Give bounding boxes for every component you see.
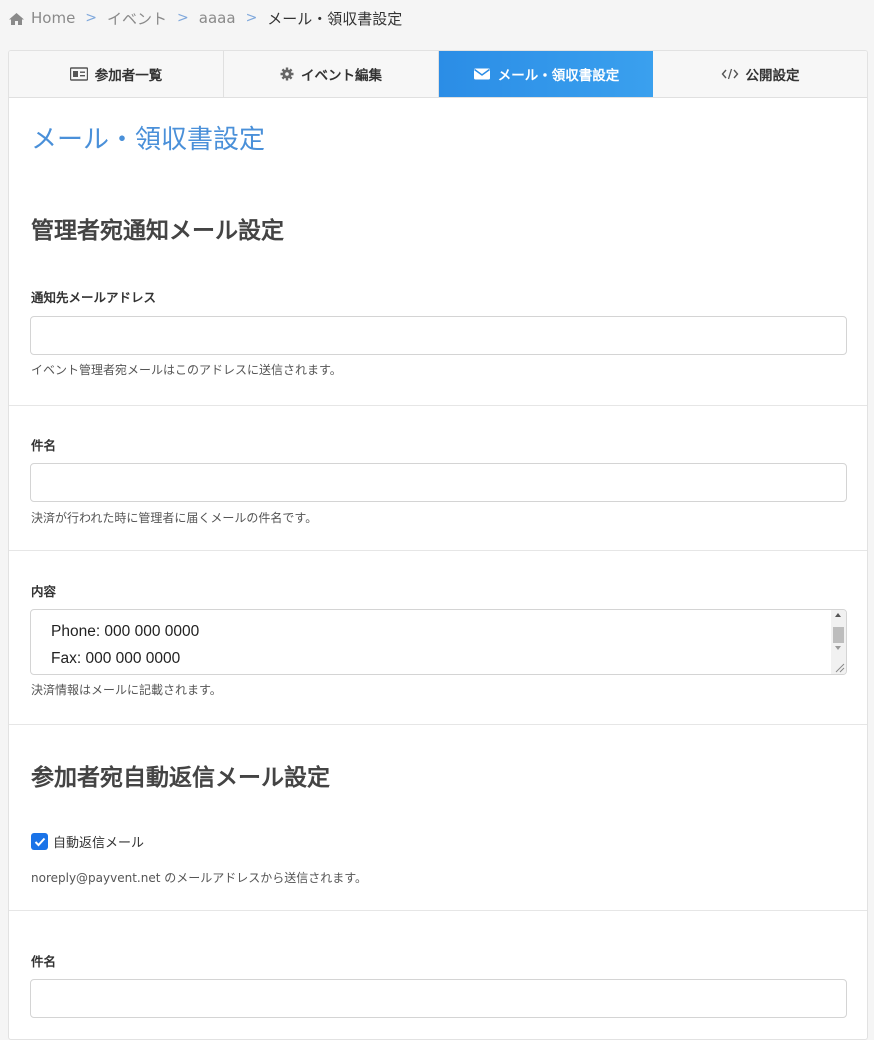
check-icon: [34, 837, 45, 846]
scroll-thumb[interactable]: [833, 627, 844, 643]
chevron-right-icon: >: [85, 10, 98, 26]
textarea-line: Fax: 000 000 0000: [51, 650, 181, 667]
tab-bar: 参加者一覧 イベント編集 メール・領収書設定 公開設定: [9, 51, 867, 98]
divider: [9, 910, 867, 911]
gear-icon: [280, 67, 294, 81]
resize-grip-icon[interactable]: [833, 661, 845, 673]
tab-label: メール・領収書設定: [497, 68, 620, 84]
breadcrumb: Home > イベント > aaaa > メール・領収書設定: [8, 0, 402, 36]
tab-participants[interactable]: 参加者一覧: [9, 51, 224, 97]
divider: [9, 724, 867, 725]
divider: [9, 405, 867, 406]
breadcrumb-home[interactable]: Home: [31, 9, 75, 27]
admin-body-textarea[interactable]: Phone: 000 000 0000 Fax: 000 000 0000: [30, 609, 847, 675]
page-title: メール・領収書設定: [31, 125, 266, 155]
notify-email-input[interactable]: [30, 316, 847, 355]
admin-subject-label: 件名: [31, 438, 57, 453]
breadcrumb-event[interactable]: aaaa: [199, 9, 236, 27]
participant-section-title: 参加者宛自動返信メール設定: [31, 765, 330, 791]
tab-event-edit[interactable]: イベント編集: [224, 51, 439, 97]
admin-subject-help: 決済が行われた時に管理者に届くメールの件名です。: [31, 511, 318, 525]
tab-label: 公開設定: [745, 68, 800, 84]
scroll-up-icon[interactable]: [835, 613, 841, 617]
admin-body-help: 決済情報はメールに記載されます。: [31, 683, 222, 697]
breadcrumb-events[interactable]: イベント: [107, 8, 167, 29]
autoreply-help: noreply@payvent.net のメールアドレスから送信されます。: [31, 871, 368, 885]
chevron-right-icon: >: [245, 10, 258, 26]
autoreply-checkbox-row[interactable]: 自動返信メール: [31, 832, 144, 851]
admin-section-title: 管理者宛通知メール設定: [31, 218, 284, 244]
home-icon: [9, 13, 24, 25]
divider: [9, 550, 867, 551]
notify-email-help: イベント管理者宛メールはこのアドレスに送信されます。: [31, 363, 342, 377]
scroll-down-icon[interactable]: [835, 646, 841, 650]
autoreply-checkbox[interactable]: [31, 833, 48, 850]
tab-publish-settings[interactable]: 公開設定: [653, 51, 867, 97]
settings-card: 参加者一覧 イベント編集 メール・領収書設定 公開設定 メール・領収書設定 管理…: [8, 50, 868, 1040]
admin-subject-input[interactable]: [30, 463, 847, 502]
tab-label: イベント編集: [301, 68, 382, 84]
tab-mail-receipt[interactable]: メール・領収書設定: [439, 51, 653, 97]
tab-label: 参加者一覧: [94, 68, 163, 84]
code-icon: [721, 68, 738, 80]
textarea-content: Phone: 000 000 0000 Fax: 000 000 0000: [51, 618, 199, 672]
participant-subject-label: 件名: [31, 954, 57, 969]
chevron-right-icon: >: [177, 10, 189, 26]
id-card-icon: [69, 67, 88, 81]
admin-body-label: 内容: [31, 584, 57, 599]
participant-subject-input[interactable]: [30, 979, 847, 1018]
envelope-icon: [473, 68, 490, 80]
notify-email-label: 通知先メールアドレス: [31, 290, 157, 305]
breadcrumb-current: メール・領収書設定: [267, 9, 403, 28]
autoreply-label: 自動返信メール: [53, 836, 145, 851]
textarea-line: Phone: 000 000 0000: [51, 623, 200, 640]
